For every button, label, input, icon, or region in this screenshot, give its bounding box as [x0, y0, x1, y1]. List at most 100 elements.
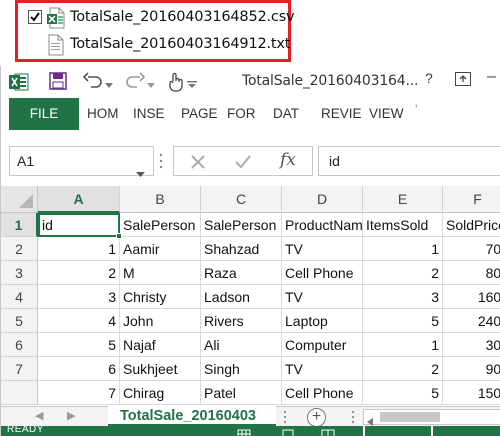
- tab-review[interactable]: REVIE: [321, 98, 362, 130]
- cell-e4[interactable]: 3: [363, 285, 443, 309]
- file-name-txt[interactable]: TotalSale_20160403164912.txt: [70, 36, 290, 52]
- cell-e7[interactable]: 2: [363, 357, 443, 381]
- cell-b7[interactable]: Sukhjeet: [120, 357, 201, 381]
- enter-checkmark-icon[interactable]: [234, 154, 252, 175]
- cell-a1[interactable]: id: [38, 213, 120, 237]
- customize-toolbar-icon[interactable]: [187, 76, 197, 94]
- tab-data[interactable]: DAT: [273, 98, 299, 130]
- cell-a2[interactable]: 1: [38, 237, 120, 261]
- column-header-b[interactable]: B: [120, 186, 201, 213]
- cell-b3[interactable]: M: [120, 261, 201, 285]
- cell-c2[interactable]: Shahzad: [201, 237, 282, 261]
- column-header-d[interactable]: D: [282, 186, 363, 213]
- cell-a3[interactable]: 2: [38, 261, 120, 285]
- cell-a8[interactable]: 7: [38, 381, 120, 405]
- cell-c3[interactable]: Raza: [201, 261, 282, 285]
- insert-function-button[interactable]: fx: [280, 150, 296, 170]
- name-box[interactable]: A1: [9, 146, 154, 177]
- cell-d1[interactable]: ProductName: [282, 213, 363, 237]
- cell-c8[interactable]: Patel: [201, 381, 282, 405]
- column-header-f[interactable]: F: [443, 186, 500, 213]
- row-header-2[interactable]: 2: [1, 237, 38, 261]
- chevron-down-icon[interactable]: [136, 159, 145, 187]
- cell-d8[interactable]: Cell Phone: [282, 381, 363, 405]
- tab-insert[interactable]: INSE: [133, 98, 165, 130]
- touch-mode-icon[interactable]: [167, 72, 185, 97]
- cell-d4[interactable]: TV: [282, 285, 363, 309]
- sheet-tab[interactable]: TotalSale_20160403: [108, 405, 276, 427]
- row-header-6[interactable]: 6: [1, 333, 38, 357]
- cell-f8[interactable]: 1500: [443, 381, 500, 405]
- sheet-next-icon[interactable]: ▶: [67, 409, 75, 422]
- file-item-txt[interactable]: TotalSale_20160403164912.txt: [0, 34, 300, 58]
- cell-f3[interactable]: 800: [443, 261, 500, 285]
- cell-f7[interactable]: 900: [443, 357, 500, 381]
- cell-b8[interactable]: Chirag: [120, 381, 201, 405]
- row-header-partial[interactable]: [1, 381, 38, 405]
- zoom-slider-thumb[interactable]: [431, 426, 433, 436]
- help-button[interactable]: ?: [425, 70, 433, 86]
- cell-e6[interactable]: 1: [363, 333, 443, 357]
- cell-b1[interactable]: SalePerson: [120, 213, 201, 237]
- cell-a6[interactable]: 5: [38, 333, 120, 357]
- ribbon-display-options-icon[interactable]: [455, 72, 471, 89]
- row-header-7[interactable]: 7: [1, 357, 38, 381]
- column-header-e[interactable]: E: [363, 186, 443, 213]
- minimize-button[interactable]: –: [487, 68, 496, 86]
- redo-icon[interactable]: [125, 72, 146, 95]
- cell-e1[interactable]: ItemsSold: [363, 213, 443, 237]
- fill-handle[interactable]: [116, 233, 122, 239]
- column-header-c[interactable]: C: [201, 186, 282, 213]
- cell-c4[interactable]: Ladson: [201, 285, 282, 309]
- cell-c5[interactable]: Rivers: [201, 309, 282, 333]
- cell-f5[interactable]: 2400: [443, 309, 500, 333]
- tab-view[interactable]: VIEW: [369, 98, 404, 130]
- tab-page-layout[interactable]: PAGE: [181, 98, 218, 130]
- select-all-corner[interactable]: [1, 186, 38, 213]
- cell-d7[interactable]: TV: [282, 357, 363, 381]
- add-sheet-button[interactable]: +: [307, 408, 326, 427]
- file-name-csv[interactable]: TotalSale_20160403164852.csv: [70, 9, 295, 25]
- cell-e3[interactable]: 2: [363, 261, 443, 285]
- cell-f6[interactable]: 300: [443, 333, 500, 357]
- cell-f1[interactable]: SoldPrice: [443, 213, 500, 237]
- cell-b2[interactable]: Aamir: [120, 237, 201, 261]
- cell-e5[interactable]: 5: [363, 309, 443, 333]
- cancel-icon[interactable]: [190, 154, 206, 175]
- tab-home[interactable]: HOM: [87, 98, 119, 130]
- formula-input[interactable]: id: [318, 146, 500, 176]
- cell-f2[interactable]: 700: [443, 237, 500, 261]
- cell-d6[interactable]: Computer: [282, 333, 363, 357]
- page-break-view-icon[interactable]: [321, 426, 335, 436]
- save-icon[interactable]: [49, 72, 67, 95]
- row-header-4[interactable]: 4: [1, 285, 38, 309]
- row-header-5[interactable]: 5: [1, 309, 38, 333]
- page-layout-view-icon[interactable]: [281, 426, 295, 436]
- cell-b4[interactable]: Christy: [120, 285, 201, 309]
- redo-dropdown-icon[interactable]: [147, 76, 155, 94]
- column-header-a[interactable]: A: [38, 186, 120, 213]
- sheet-prev-icon[interactable]: ◀: [35, 409, 43, 422]
- tab-formulas[interactable]: FOR: [227, 98, 256, 130]
- cell-b6[interactable]: Najaf: [120, 333, 201, 357]
- cell-d5[interactable]: Laptop: [282, 309, 363, 333]
- undo-dropdown-icon[interactable]: [105, 76, 113, 94]
- cell-f4[interactable]: 1600: [443, 285, 500, 309]
- file-item-csv[interactable]: TotalSale_20160403164852.csv: [0, 7, 300, 31]
- cell-a5[interactable]: 4: [38, 309, 120, 333]
- cell-c7[interactable]: Singh: [201, 357, 282, 381]
- cell-e8[interactable]: 5: [363, 381, 443, 405]
- cell-e2[interactable]: 1: [363, 237, 443, 261]
- cell-d3[interactable]: Cell Phone: [282, 261, 363, 285]
- cell-d2[interactable]: TV: [282, 237, 363, 261]
- normal-view-icon[interactable]: [237, 426, 251, 436]
- zoom-slider-tick[interactable]: [363, 426, 365, 436]
- cell-a4[interactable]: 3: [38, 285, 120, 309]
- checkbox-checked[interactable]: [28, 10, 42, 24]
- cell-c1[interactable]: SalePerson: [201, 213, 282, 237]
- cell-c6[interactable]: Ali: [201, 333, 282, 357]
- undo-icon[interactable]: [82, 72, 103, 95]
- tab-file[interactable]: FILE: [9, 98, 79, 130]
- scrollbar-thumb[interactable]: [380, 412, 440, 422]
- row-header-3[interactable]: 3: [1, 261, 38, 285]
